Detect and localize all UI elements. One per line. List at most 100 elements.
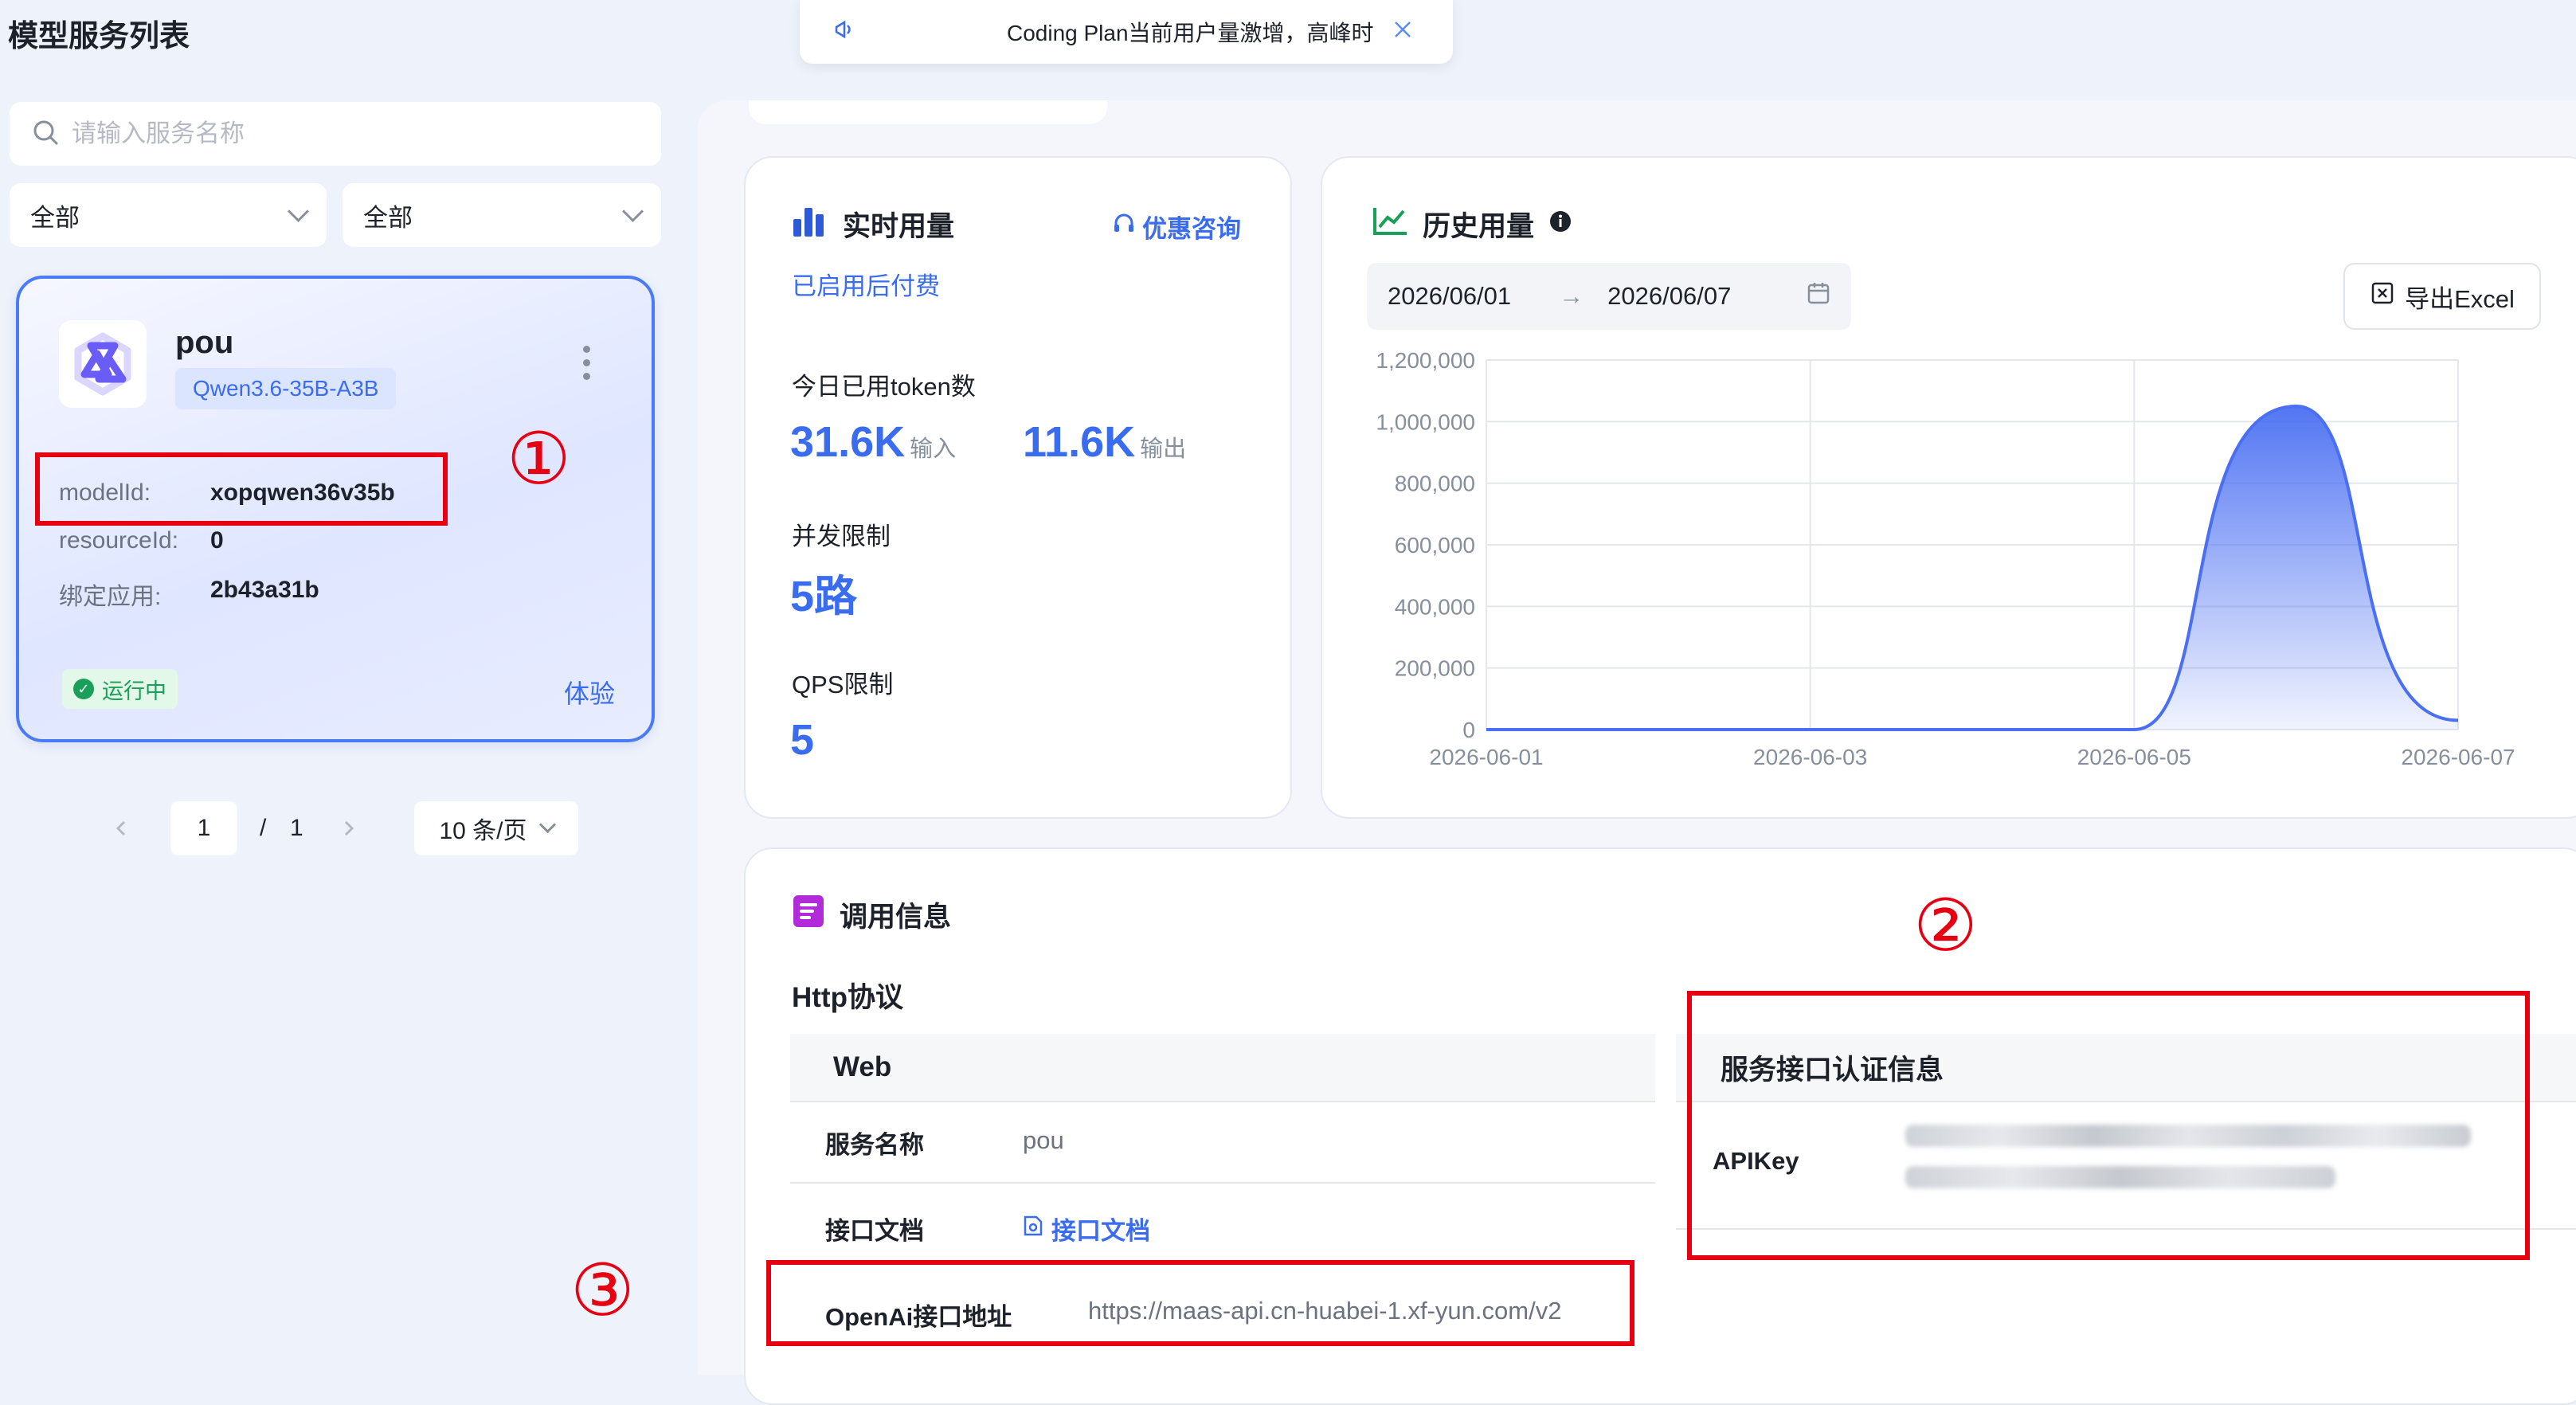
bound-app-label: 绑定应用: — [59, 584, 162, 610]
resource-id-row: resourceId: 0 — [59, 527, 224, 554]
line-chart-icon — [1372, 205, 1408, 244]
concurrency-value: 5路 — [790, 573, 858, 620]
annotation-box-3 — [766, 1260, 1634, 1346]
resource-id-value: 0 — [210, 527, 224, 554]
top-card-edge — [749, 100, 1107, 124]
annotation-box-2 — [1687, 991, 2530, 1260]
search-input[interactable] — [70, 119, 631, 149]
row-divider — [790, 1101, 1655, 1102]
document-icon — [792, 894, 825, 936]
y-tick-label: 400,000 — [1395, 594, 1475, 619]
doc-link-icon — [1023, 1215, 1043, 1243]
prev-page-icon[interactable] — [112, 801, 135, 855]
filter-select-2[interactable]: 全部 — [343, 183, 661, 247]
check-icon: ✓ — [73, 679, 94, 699]
annotation-number-1: ① — [507, 420, 571, 499]
annotation-number-3: ③ — [570, 1251, 635, 1331]
invoke-title-row: 调用信息 — [792, 894, 951, 936]
api-doc-label: 接口文档 — [825, 1217, 924, 1245]
filter-select-1[interactable]: 全部 — [10, 183, 327, 247]
y-tick-label: 1,000,000 — [1376, 409, 1475, 434]
close-icon[interactable] — [1392, 19, 1413, 45]
end-date[interactable]: 2026/06/07 — [1607, 282, 1731, 311]
excel-icon — [2370, 280, 2395, 312]
resource-id-label: resourceId: — [59, 527, 179, 554]
billing-status: 已启用后付费 — [792, 272, 940, 300]
qwen-logo-icon — [59, 320, 147, 408]
headset-icon — [1112, 212, 1136, 242]
protocol-label: Http协议 — [792, 982, 903, 1013]
x-tick-label: 2026-06-07 — [2401, 745, 2515, 769]
usage-area — [1486, 406, 2458, 730]
input-token-value: 31.6K — [790, 418, 906, 466]
search-icon — [32, 119, 59, 150]
api-doc-link-text: 接口文档 — [1051, 1217, 1150, 1245]
history-title-row: 历史用量 — [1372, 204, 1572, 245]
notification-toast: Coding Plan当前用户量激增，高峰时段 — [800, 0, 1453, 64]
next-page-icon[interactable] — [339, 801, 363, 855]
page-separator: / — [260, 815, 267, 841]
export-excel-button[interactable]: 导出Excel — [2343, 263, 2541, 330]
output-token-stat: 11.6K 输出 — [1023, 417, 1186, 467]
x-tick-label: 2026-06-03 — [1753, 745, 1867, 769]
service-name: pou — [175, 325, 234, 360]
model-tag: Qwen3.6-35B-A3B — [175, 368, 397, 409]
invoke-title: 调用信息 — [840, 902, 952, 933]
input-token-unit: 输入 — [910, 436, 957, 462]
token-label: 今日已用token数 — [792, 373, 976, 401]
realtime-title: 实时用量 — [843, 211, 955, 242]
service-name-value: pou — [1023, 1126, 1064, 1154]
search-box[interactable] — [10, 102, 661, 166]
chevron-down-icon — [538, 816, 556, 833]
realtime-usage-card: 实时用量 优惠咨询 已启用后付费 今日已用token数 31.6K 输入 11.… — [744, 156, 1292, 819]
filter-select-1-value: 全部 — [30, 203, 80, 232]
page-number-input[interactable]: 1 — [170, 801, 237, 855]
history-title: 历史用量 — [1423, 211, 1535, 242]
bar-chart-icon — [792, 205, 828, 244]
start-date[interactable]: 2026/06/01 — [1388, 282, 1511, 311]
x-tick-label: 2026-06-05 — [2077, 745, 2191, 769]
chevron-down-icon — [288, 200, 309, 222]
page-size-select[interactable]: 10 条/页 — [414, 801, 578, 855]
y-tick-label: 800,000 — [1395, 472, 1475, 496]
output-token-unit: 输出 — [1140, 436, 1187, 462]
page-total: 1 — [290, 815, 303, 841]
annotation-box-1 — [35, 452, 448, 526]
history-usage-chart: 1,200,000 1,000,000 800,000 600,000 400,000 2… — [1376, 348, 2515, 769]
status-badge: ✓ 运行中 — [62, 669, 178, 709]
qps-label: QPS限制 — [792, 671, 894, 699]
realtime-title-row: 实时用量 — [792, 204, 954, 245]
input-token-stat: 31.6K 输入 — [790, 417, 956, 467]
filter-select-2-value: 全部 — [363, 203, 413, 232]
concurrency-label: 并发限制 — [792, 522, 891, 550]
bound-app-value: 2b43a31b — [210, 577, 319, 603]
qps-value: 5 — [790, 716, 815, 764]
status-text: 运行中 — [102, 679, 166, 703]
output-token-value: 11.6K — [1023, 418, 1136, 466]
y-tick-label: 600,000 — [1395, 533, 1475, 558]
export-excel-label: 导出Excel — [2405, 284, 2515, 313]
web-table-header: Web — [790, 1034, 1655, 1101]
service-name-label: 服务名称 — [825, 1131, 924, 1159]
chevron-down-icon — [622, 200, 644, 222]
more-menu-icon[interactable] — [583, 346, 591, 386]
row-divider — [790, 1182, 1655, 1184]
page-size-value: 10 条/页 — [439, 818, 527, 844]
date-range-arrow: → — [1559, 282, 1584, 310]
annotation-number-2: ② — [1913, 886, 1978, 966]
calendar-icon — [1807, 281, 1830, 311]
y-tick-label: 200,000 — [1395, 656, 1475, 681]
info-icon[interactable] — [1548, 209, 1572, 241]
try-button[interactable]: 体验 — [564, 674, 615, 710]
toast-text: Coding Plan当前用户量激增，高峰时段 — [1007, 21, 1373, 45]
x-tick-label: 2026-06-01 — [1429, 745, 1543, 769]
consult-link[interactable]: 优惠咨询 — [1112, 209, 1241, 245]
y-tick-label: 1,200,000 — [1376, 348, 1475, 373]
announcement-icon — [832, 18, 855, 47]
bound-app-row: 绑定应用: 2b43a31b — [59, 577, 319, 612]
date-range-picker[interactable]: 2026/06/01 → 2026/06/07 — [1367, 263, 1851, 330]
api-doc-link[interactable]: 接口文档 — [1023, 1211, 1150, 1246]
page-title: 模型服务列表 — [8, 20, 190, 53]
y-tick-label: 0 — [1462, 718, 1475, 742]
consult-label: 优惠咨询 — [1142, 215, 1241, 243]
